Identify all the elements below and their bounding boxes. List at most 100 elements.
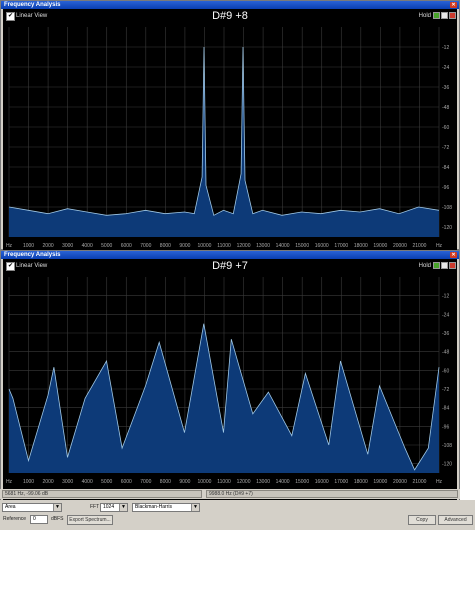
x-tick-label: 9000 (179, 243, 190, 249)
y-tick-label: -96 (442, 424, 449, 430)
x-tick-label: 9000 (179, 479, 190, 485)
green-toggle-icon[interactable] (433, 262, 440, 269)
analysis-controls: Area ▼ FFT Size 1024 ▼ Blackman-Harris ▼… (0, 500, 475, 530)
x-tick-label: 19000 (373, 479, 387, 485)
copy-button[interactable]: Copy (408, 515, 436, 525)
y-tick-label: -96 (442, 185, 449, 191)
x-tick-label: 12000 (237, 479, 251, 485)
hold-label: Hold (418, 13, 431, 19)
reference-label: Reference (3, 516, 27, 522)
status-bar: 5681 Hz, -99.06 dB 9988.0 Hz (D#9 +7) (0, 489, 460, 499)
x-tick-label: 6000 (121, 479, 132, 485)
x-tick-label: Hz (6, 479, 13, 485)
y-tick-label: -12 (442, 45, 449, 51)
window-function-select[interactable]: Blackman-Harris ▼ (132, 503, 200, 512)
peak-readout: 9988.0 Hz (D#9 +7) (206, 490, 458, 498)
x-tick-label: 21000 (413, 243, 427, 249)
y-tick-label: -12 (442, 294, 449, 300)
chevron-down-icon[interactable]: ▼ (119, 504, 127, 511)
chevron-down-icon[interactable]: ▼ (53, 504, 61, 511)
close-icon[interactable]: ✕ (450, 2, 457, 8)
y-tick-label: -60 (442, 368, 449, 374)
x-tick-label: 20000 (393, 479, 407, 485)
x-tick-label: 15000 (295, 479, 309, 485)
x-tick-label: 1000 (23, 243, 34, 249)
frequency-analysis-window-top: Frequency Analysis ✕ ✔ Linear View D#9 +… (0, 0, 460, 251)
fft-size-select[interactable]: 1024 ▼ (100, 503, 128, 512)
x-tick-label: 6000 (121, 243, 132, 249)
x-tick-label: 18000 (354, 243, 368, 249)
window-title-bar[interactable]: Frequency Analysis ✕ (1, 1, 459, 9)
x-tick-label: 1000 (23, 479, 34, 485)
y-tick-label: -60 (442, 125, 449, 131)
window-function-value: Blackman-Harris (135, 504, 172, 510)
x-tick-label: Hz (436, 479, 443, 485)
y-tick-label: -120 (442, 225, 452, 231)
reference-unit: dBFS (51, 516, 64, 522)
note-readout: D#9 +8 (212, 10, 248, 22)
x-tick-label: Hz (6, 243, 13, 249)
x-tick-label: 4000 (82, 243, 93, 249)
x-tick-label: 14000 (276, 243, 290, 249)
x-tick-label: 8000 (160, 479, 171, 485)
x-tick-label: 10000 (198, 243, 212, 249)
x-tick-label: Hz (436, 243, 443, 249)
frequency-analysis-window-bottom: Frequency Analysis ✕ ✔ Linear View D#9 +… (0, 250, 460, 529)
x-tick-label: 12000 (237, 243, 251, 249)
x-tick-label: 11000 (217, 243, 231, 249)
y-tick-label: -24 (442, 65, 449, 71)
x-tick-label: 5000 (101, 243, 112, 249)
x-tick-label: 4000 (82, 479, 93, 485)
x-tick-label: 17000 (334, 479, 348, 485)
y-tick-label: -48 (442, 350, 449, 356)
y-tick-label: -72 (442, 387, 449, 393)
x-tick-label: 16000 (315, 243, 329, 249)
x-tick-label: 2000 (43, 479, 54, 485)
fft-size-value: 1024 (103, 504, 115, 510)
y-tick-label: -24 (442, 312, 449, 318)
x-tick-label: 8000 (160, 243, 171, 249)
x-tick-label: 7000 (140, 243, 151, 249)
y-tick-label: -84 (442, 406, 449, 412)
green-toggle-icon[interactable] (433, 12, 440, 19)
window-title-bar[interactable]: Frequency Analysis ✕ (1, 251, 459, 259)
display-mode-value: Area (5, 504, 16, 510)
spectrum-chart-top: Hz 1000 2000 3000 4000 5000 6000 7000 8000 9000 10… (6, 27, 452, 249)
white-toggle-icon[interactable] (441, 12, 448, 19)
red-close-icon[interactable] (449, 262, 456, 269)
x-tick-label: 3000 (62, 243, 73, 249)
x-tick-label: 16000 (315, 479, 329, 485)
y-tick-label: -48 (442, 105, 449, 111)
white-toggle-icon[interactable] (441, 262, 448, 269)
red-close-icon[interactable] (449, 12, 456, 19)
x-tick-label: 13000 (256, 243, 270, 249)
advanced-button[interactable]: Advanced (438, 515, 473, 525)
y-tick-label: -36 (442, 85, 449, 91)
x-tick-label: 11000 (217, 479, 231, 485)
y-tick-label: -36 (442, 331, 449, 337)
reference-input[interactable]: 0 (30, 515, 48, 524)
y-tick-label: -72 (442, 145, 449, 151)
y-tick-label: -84 (442, 165, 449, 171)
x-tick-label: 19000 (373, 243, 387, 249)
close-icon[interactable]: ✕ (450, 252, 457, 258)
chevron-down-icon[interactable]: ▼ (191, 504, 199, 511)
display-mode-select[interactable]: Area ▼ (2, 503, 62, 512)
hold-label: Hold (418, 263, 431, 269)
x-tick-label: 10000 (198, 479, 212, 485)
y-tick-label: -108 (442, 205, 452, 211)
x-tick-label: 15000 (295, 243, 309, 249)
x-tick-label: 18000 (354, 479, 368, 485)
note-readout: D#9 +7 (212, 260, 248, 272)
x-tick-label: 20000 (393, 243, 407, 249)
x-tick-label: 2000 (43, 243, 54, 249)
y-tick-label: -108 (442, 443, 452, 449)
analysis-header: ✔ Linear View D#9 +7 Hold (3, 259, 457, 273)
x-tick-label: 3000 (62, 479, 73, 485)
export-spectrum-button[interactable]: Export Spectrum... (67, 515, 113, 525)
x-tick-label: 5000 (101, 479, 112, 485)
x-tick-label: 21000 (413, 479, 427, 485)
spectrum-plot-top[interactable]: Hz 1000 2000 3000 4000 5000 6000 7000 8000 9000 10… (3, 23, 457, 251)
x-tick-label: 17000 (334, 243, 348, 249)
x-tick-label: 13000 (256, 479, 270, 485)
